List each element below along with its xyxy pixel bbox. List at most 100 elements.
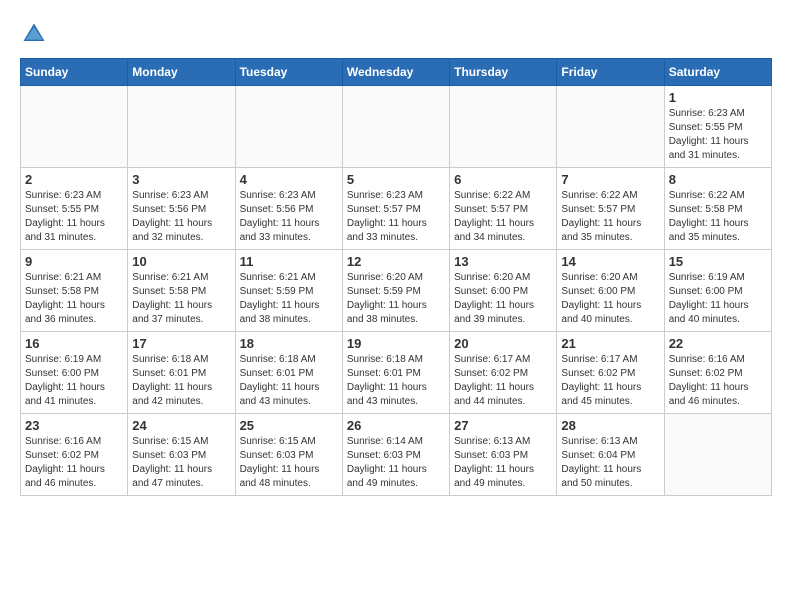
weekday-header-wednesday: Wednesday bbox=[342, 59, 449, 86]
calendar-cell: 20 Sunrise: 6:17 AM Sunset: 6:02 PM Dayli… bbox=[450, 332, 557, 414]
day-number: 17 bbox=[132, 336, 230, 351]
calendar-cell: 25 Sunrise: 6:15 AM Sunset: 6:03 PM Dayli… bbox=[235, 414, 342, 496]
day-number: 7 bbox=[561, 172, 659, 187]
page-header bbox=[20, 20, 772, 48]
day-info: Sunrise: 6:15 AM Sunset: 6:03 PM Dayligh… bbox=[132, 435, 230, 491]
day-number: 13 bbox=[454, 254, 552, 269]
calendar-cell bbox=[342, 86, 449, 168]
calendar-cell: 12 Sunrise: 6:20 AM Sunset: 5:59 PM Dayli… bbox=[342, 250, 449, 332]
day-number: 21 bbox=[561, 336, 659, 351]
calendar-cell: 17 Sunrise: 6:18 AM Sunset: 6:01 PM Dayli… bbox=[128, 332, 235, 414]
calendar-cell: 18Sunrise: 6:18 AM Sunset: 6:01 PM Dayli… bbox=[235, 332, 342, 414]
weekday-header-thursday: Thursday bbox=[450, 59, 557, 86]
calendar-cell: 21 Sunrise: 6:17 AM Sunset: 6:02 PM Dayli… bbox=[557, 332, 664, 414]
weekday-header-monday: Monday bbox=[128, 59, 235, 86]
day-number: 6 bbox=[454, 172, 552, 187]
day-info: Sunrise: 6:22 AM Sunset: 5:57 PM Dayligh… bbox=[561, 189, 659, 245]
day-info: Sunrise: 6:16 AM Sunset: 6:02 PM Dayligh… bbox=[669, 353, 767, 409]
day-number: 19 bbox=[347, 336, 445, 351]
week-row-1: 1 Sunrise: 6:23 AM Sunset: 5:55 PM Daylig… bbox=[21, 86, 772, 168]
calendar-cell: 22 Sunrise: 6:16 AM Sunset: 6:02 PM Dayli… bbox=[664, 332, 771, 414]
calendar-cell: 19 Sunrise: 6:18 AM Sunset: 6:01 PM Dayli… bbox=[342, 332, 449, 414]
calendar-cell: 28 Sunrise: 6:13 AM Sunset: 6:04 PM Dayli… bbox=[557, 414, 664, 496]
day-number: 15 bbox=[669, 254, 767, 269]
weekday-header-row: SundayMondayTuesdayWednesdayThursdayFrid… bbox=[21, 59, 772, 86]
calendar-cell: 14 Sunrise: 6:20 AM Sunset: 6:00 PM Dayli… bbox=[557, 250, 664, 332]
day-info: Sunrise: 6:23 AM Sunset: 5:55 PM Dayligh… bbox=[669, 107, 767, 163]
day-info: Sunrise: 6:18 AM Sunset: 6:01 PM Dayligh… bbox=[132, 353, 230, 409]
day-number: 27 bbox=[454, 418, 552, 433]
day-info: Sunrise: 6:21 AM Sunset: 5:58 PM Dayligh… bbox=[25, 271, 123, 327]
day-info: Sunrise: 6:22 AM Sunset: 5:57 PM Dayligh… bbox=[454, 189, 552, 245]
calendar-cell bbox=[450, 86, 557, 168]
calendar-cell: 10 Sunrise: 6:21 AM Sunset: 5:58 PM Dayli… bbox=[128, 250, 235, 332]
day-number: 11 bbox=[240, 254, 338, 269]
calendar-cell bbox=[21, 86, 128, 168]
day-number: 18 bbox=[240, 336, 338, 351]
logo bbox=[20, 20, 52, 48]
day-info: Sunrise: 6:17 AM Sunset: 6:02 PM Dayligh… bbox=[561, 353, 659, 409]
day-info: Sunrise: 6:20 AM Sunset: 6:00 PM Dayligh… bbox=[561, 271, 659, 327]
calendar-cell: 26Sunrise: 6:14 AM Sunset: 6:03 PM Dayli… bbox=[342, 414, 449, 496]
day-info: Sunrise: 6:20 AM Sunset: 6:00 PM Dayligh… bbox=[454, 271, 552, 327]
day-number: 24 bbox=[132, 418, 230, 433]
week-row-2: 2Sunrise: 6:23 AM Sunset: 5:55 PM Daylig… bbox=[21, 168, 772, 250]
day-number: 22 bbox=[669, 336, 767, 351]
logo-icon bbox=[20, 20, 48, 48]
day-number: 9 bbox=[25, 254, 123, 269]
day-info: Sunrise: 6:23 AM Sunset: 5:57 PM Dayligh… bbox=[347, 189, 445, 245]
day-info: Sunrise: 6:15 AM Sunset: 6:03 PM Dayligh… bbox=[240, 435, 338, 491]
day-number: 20 bbox=[454, 336, 552, 351]
weekday-header-sunday: Sunday bbox=[21, 59, 128, 86]
calendar-cell: 4 Sunrise: 6:23 AM Sunset: 5:56 PM Daylig… bbox=[235, 168, 342, 250]
calendar-cell: 11 Sunrise: 6:21 AM Sunset: 5:59 PM Dayli… bbox=[235, 250, 342, 332]
day-info: Sunrise: 6:23 AM Sunset: 5:56 PM Dayligh… bbox=[240, 189, 338, 245]
day-info: Sunrise: 6:16 AM Sunset: 6:02 PM Dayligh… bbox=[25, 435, 123, 491]
calendar-cell: 13 Sunrise: 6:20 AM Sunset: 6:00 PM Dayli… bbox=[450, 250, 557, 332]
calendar-table: SundayMondayTuesdayWednesdayThursdayFrid… bbox=[20, 58, 772, 496]
calendar-cell: 27Sunrise: 6:13 AM Sunset: 6:03 PM Dayli… bbox=[450, 414, 557, 496]
day-number: 4 bbox=[240, 172, 338, 187]
calendar-cell: 23 Sunrise: 6:16 AM Sunset: 6:02 PM Dayli… bbox=[21, 414, 128, 496]
calendar-cell: 1 Sunrise: 6:23 AM Sunset: 5:55 PM Daylig… bbox=[664, 86, 771, 168]
weekday-header-friday: Friday bbox=[557, 59, 664, 86]
calendar-cell: 24 Sunrise: 6:15 AM Sunset: 6:03 PM Dayli… bbox=[128, 414, 235, 496]
day-number: 23 bbox=[25, 418, 123, 433]
day-number: 2 bbox=[25, 172, 123, 187]
day-info: Sunrise: 6:19 AM Sunset: 6:00 PM Dayligh… bbox=[669, 271, 767, 327]
calendar-cell: 9 Sunrise: 6:21 AM Sunset: 5:58 PM Daylig… bbox=[21, 250, 128, 332]
day-info: Sunrise: 6:20 AM Sunset: 5:59 PM Dayligh… bbox=[347, 271, 445, 327]
day-number: 25 bbox=[240, 418, 338, 433]
calendar-cell bbox=[235, 86, 342, 168]
day-number: 28 bbox=[561, 418, 659, 433]
day-number: 3 bbox=[132, 172, 230, 187]
calendar-cell: 7 Sunrise: 6:22 AM Sunset: 5:57 PM Daylig… bbox=[557, 168, 664, 250]
week-row-3: 9 Sunrise: 6:21 AM Sunset: 5:58 PM Daylig… bbox=[21, 250, 772, 332]
day-number: 8 bbox=[669, 172, 767, 187]
day-info: Sunrise: 6:17 AM Sunset: 6:02 PM Dayligh… bbox=[454, 353, 552, 409]
calendar-cell bbox=[664, 414, 771, 496]
day-number: 14 bbox=[561, 254, 659, 269]
weekday-header-tuesday: Tuesday bbox=[235, 59, 342, 86]
calendar-cell: 15 Sunrise: 6:19 AM Sunset: 6:00 PM Dayli… bbox=[664, 250, 771, 332]
calendar-cell: 3 Sunrise: 6:23 AM Sunset: 5:56 PM Daylig… bbox=[128, 168, 235, 250]
day-info: Sunrise: 6:23 AM Sunset: 5:56 PM Dayligh… bbox=[132, 189, 230, 245]
calendar-cell bbox=[557, 86, 664, 168]
day-info: Sunrise: 6:21 AM Sunset: 5:58 PM Dayligh… bbox=[132, 271, 230, 327]
week-row-4: 16Sunrise: 6:19 AM Sunset: 6:00 PM Dayli… bbox=[21, 332, 772, 414]
day-number: 12 bbox=[347, 254, 445, 269]
day-info: Sunrise: 6:21 AM Sunset: 5:59 PM Dayligh… bbox=[240, 271, 338, 327]
calendar-cell: 16Sunrise: 6:19 AM Sunset: 6:00 PM Dayli… bbox=[21, 332, 128, 414]
calendar-cell: 6 Sunrise: 6:22 AM Sunset: 5:57 PM Daylig… bbox=[450, 168, 557, 250]
day-info: Sunrise: 6:13 AM Sunset: 6:04 PM Dayligh… bbox=[561, 435, 659, 491]
day-info: Sunrise: 6:18 AM Sunset: 6:01 PM Dayligh… bbox=[347, 353, 445, 409]
day-info: Sunrise: 6:14 AM Sunset: 6:03 PM Dayligh… bbox=[347, 435, 445, 491]
day-number: 1 bbox=[669, 90, 767, 105]
day-number: 5 bbox=[347, 172, 445, 187]
week-row-5: 23 Sunrise: 6:16 AM Sunset: 6:02 PM Dayli… bbox=[21, 414, 772, 496]
calendar-cell bbox=[128, 86, 235, 168]
calendar-cell: 5 Sunrise: 6:23 AM Sunset: 5:57 PM Daylig… bbox=[342, 168, 449, 250]
calendar-cell: 2Sunrise: 6:23 AM Sunset: 5:55 PM Daylig… bbox=[21, 168, 128, 250]
day-info: Sunrise: 6:22 AM Sunset: 5:58 PM Dayligh… bbox=[669, 189, 767, 245]
day-number: 10 bbox=[132, 254, 230, 269]
